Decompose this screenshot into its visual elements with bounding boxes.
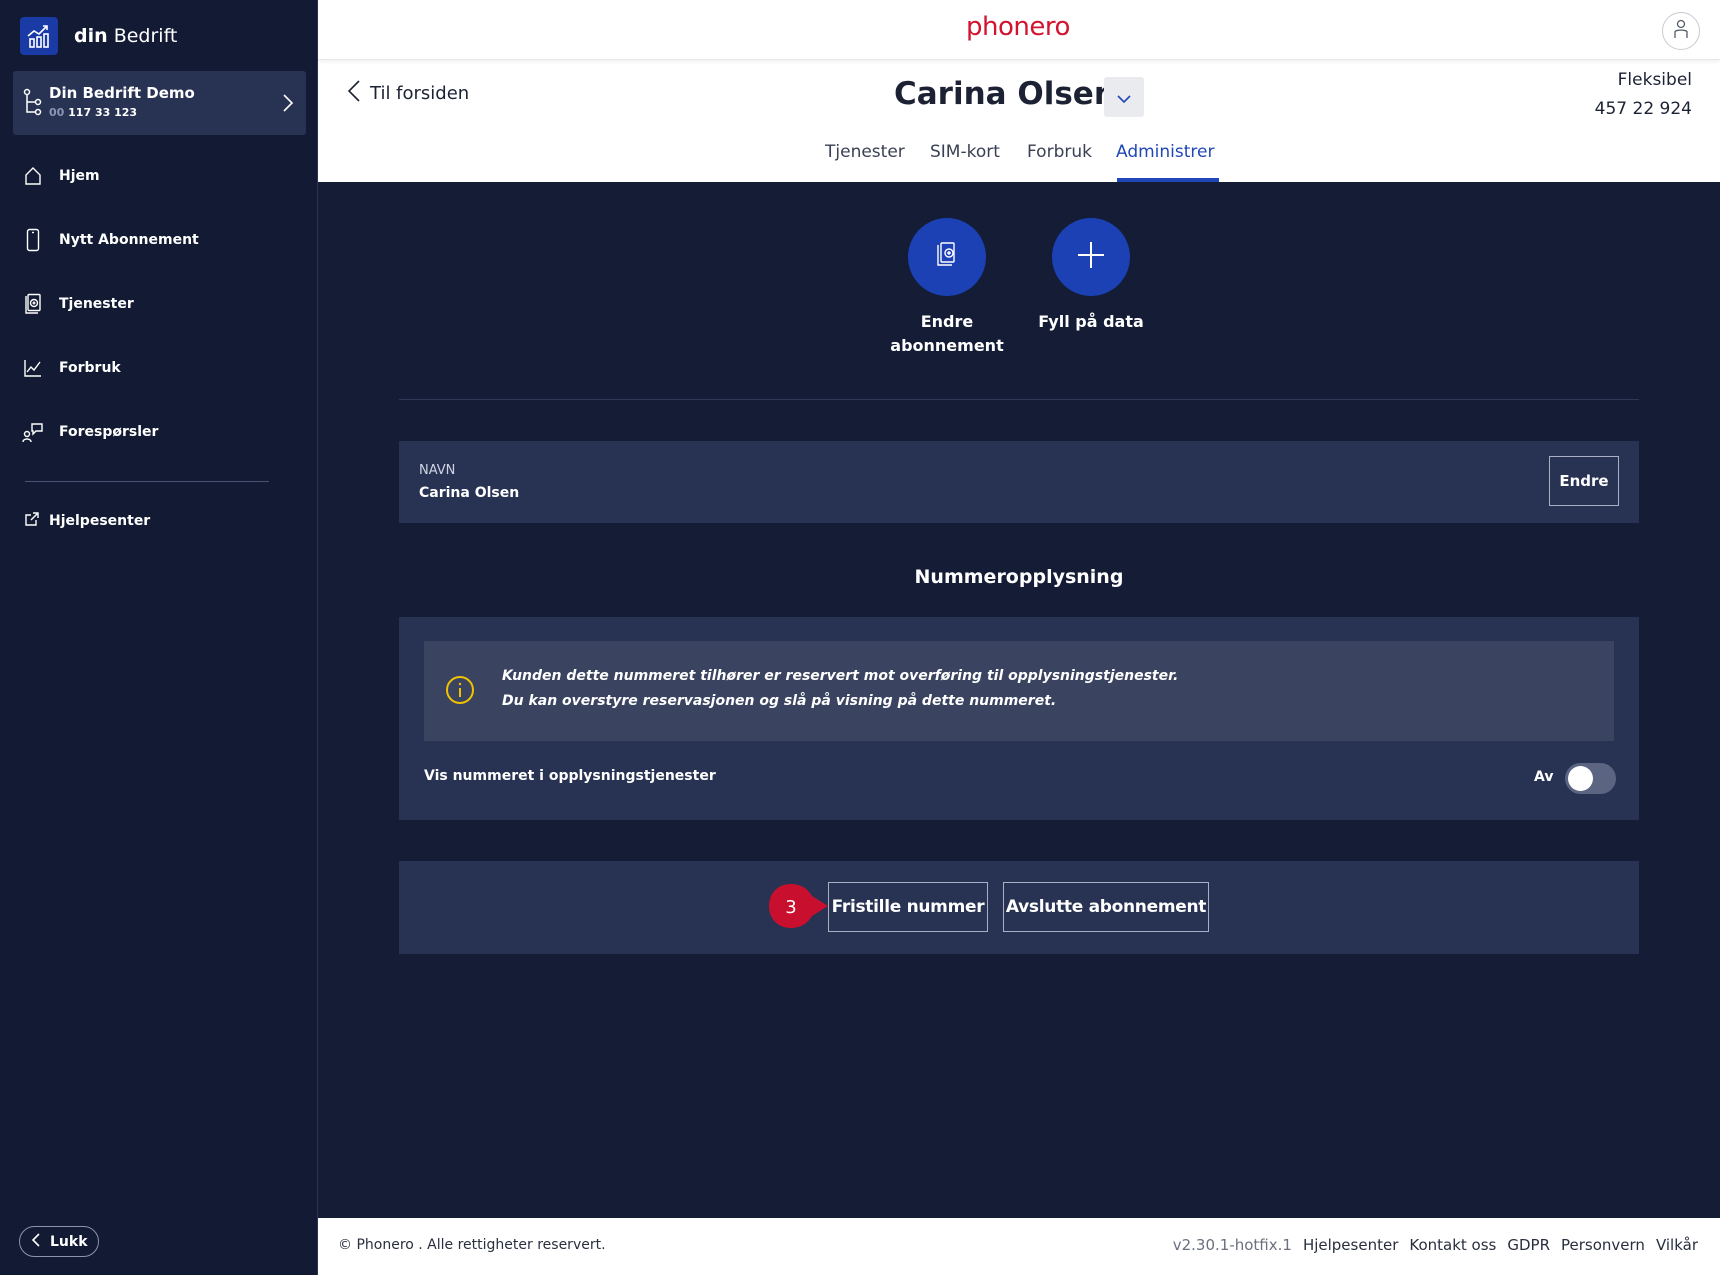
- brand-name: din Bedrift: [74, 25, 178, 47]
- toggle-knob: [1568, 766, 1593, 791]
- chevron-down-icon: [1117, 88, 1131, 107]
- footer-link-gdpr[interactable]: GDPR: [1507, 1236, 1550, 1254]
- active-tab-indicator: [1117, 178, 1219, 182]
- info-line-1: Kunden dette nummeret tilhører er reserv…: [502, 668, 1179, 684]
- plan-name: Fleksibel: [1617, 70, 1692, 90]
- sidebar-divider: [25, 481, 269, 482]
- services-icon: [22, 292, 44, 316]
- sidebar-item-label: Hjem: [59, 168, 100, 184]
- terminate-subscription-button[interactable]: Avslutte abonnement: [1003, 882, 1209, 932]
- directory-toggle[interactable]: [1565, 763, 1616, 794]
- sidebar: din Bedrift Din Bedrift Demo 00 117 33 1…: [0, 0, 318, 1275]
- sidebar-item-label: Nytt Abonnement: [59, 232, 199, 248]
- tab-sim-card[interactable]: SIM-kort: [930, 142, 1000, 162]
- footer-link-help[interactable]: Hjelpesenter: [1303, 1236, 1398, 1254]
- change-subscription-icon: [934, 241, 960, 273]
- directory-card: Kunden dette nummeret tilhører er reserv…: [399, 617, 1639, 820]
- footer: © Phonero . Alle rettigheter reservert. …: [318, 1218, 1720, 1275]
- back-to-home-link[interactable]: Til forsiden: [347, 80, 469, 107]
- org-tree-icon: [23, 88, 43, 120]
- phonero-logo[interactable]: phonero: [966, 12, 1070, 42]
- subscription-tabs: Tjenester SIM-kort Forbruk Administrer: [318, 138, 1720, 182]
- sidebar-item-services[interactable]: Tjenester: [22, 289, 302, 319]
- home-icon: [22, 164, 44, 188]
- top-up-data-button[interactable]: [1052, 218, 1130, 296]
- info-message: Kunden dette nummeret tilhører er reserv…: [424, 641, 1614, 741]
- footer-link-terms[interactable]: Vilkår: [1656, 1236, 1698, 1254]
- section-title: Nummeropplysning: [914, 566, 1124, 588]
- subscription-actions-card: 3 Fristille nummer Avslutte abonnement: [399, 861, 1639, 954]
- brand[interactable]: din Bedrift: [20, 16, 177, 56]
- sidebar-item-label: Tjenester: [59, 296, 134, 312]
- name-card: NAVN Carina Olsen Endre: [399, 441, 1639, 523]
- subscription-header: phonero Til forsiden Carina Olsen Fleksi…: [318, 0, 1720, 182]
- chevron-right-icon: [282, 93, 294, 117]
- app-version: v2.30.1-hotfix.1: [1172, 1236, 1292, 1254]
- subscriber-name: Carina Olsen: [894, 76, 1116, 112]
- tab-usage[interactable]: Forbruk: [1027, 142, 1092, 162]
- company-name: Din Bedrift Demo: [49, 84, 195, 102]
- name-field-label: NAVN: [419, 463, 456, 478]
- close-sidebar-button[interactable]: Lukk: [19, 1226, 99, 1257]
- info-line-2: Du kan overstyre reservasjonen og slå på…: [502, 693, 1057, 709]
- user-menu-button[interactable]: [1662, 12, 1700, 50]
- subscriber-dropdown-button[interactable]: [1104, 77, 1144, 117]
- company-switcher[interactable]: Din Bedrift Demo 00 117 33 123: [13, 71, 306, 135]
- footer-links: v2.30.1-hotfix.1 Hjelpesenter Kontakt os…: [1162, 1236, 1698, 1254]
- sidebar-item-usage[interactable]: Forbruk: [22, 353, 302, 383]
- top-bar: phonero: [318, 0, 1720, 60]
- tab-manage[interactable]: Administrer: [1116, 142, 1215, 162]
- info-icon: [444, 674, 476, 710]
- directory-toggle-state: Av: [1534, 769, 1554, 785]
- usage-chart-icon: [22, 356, 44, 380]
- directory-toggle-label: Vis nummeret i opplysningstjenester: [424, 768, 716, 784]
- footer-link-contact[interactable]: Kontakt oss: [1409, 1236, 1496, 1254]
- sidebar-item-label: Forbruk: [59, 360, 121, 376]
- brand-logo-icon: [20, 17, 58, 55]
- sidebar-item-new-subscription[interactable]: Nytt Abonnement: [22, 225, 302, 255]
- step-marker: 3: [769, 884, 828, 928]
- sidebar-item-label: Forespørsler: [59, 424, 159, 440]
- sidebar-item-home[interactable]: Hjem: [22, 161, 302, 191]
- footer-link-privacy[interactable]: Personvern: [1561, 1236, 1645, 1254]
- chevron-left-icon: [347, 80, 360, 107]
- phone-number: 457 22 924: [1594, 99, 1692, 119]
- edit-name-button[interactable]: Endre: [1549, 456, 1619, 506]
- company-number: 00 117 33 123: [49, 106, 138, 119]
- plus-icon: [1076, 240, 1106, 274]
- top-up-data-label[interactable]: Fyll på data: [1021, 310, 1161, 334]
- name-field-value: Carina Olsen: [419, 485, 520, 501]
- chevron-left-icon: [31, 1232, 40, 1251]
- change-subscription-button[interactable]: [908, 218, 986, 296]
- change-subscription-label[interactable]: Endre abonnement: [877, 310, 1017, 358]
- tab-services[interactable]: Tjenester: [825, 142, 905, 162]
- requests-icon: [22, 420, 44, 444]
- sidebar-item-requests[interactable]: Forespørsler: [22, 417, 302, 447]
- copyright: © Phonero . Alle rettigheter reservert.: [338, 1237, 606, 1253]
- divider: [399, 399, 1639, 400]
- help-center-link[interactable]: Hjelpesenter: [24, 511, 150, 531]
- step-number: 3: [785, 897, 796, 918]
- user-icon: [1673, 18, 1689, 44]
- phone-icon: [22, 228, 44, 252]
- external-link-icon: [24, 511, 40, 531]
- release-number-button[interactable]: Fristille nummer: [828, 882, 988, 932]
